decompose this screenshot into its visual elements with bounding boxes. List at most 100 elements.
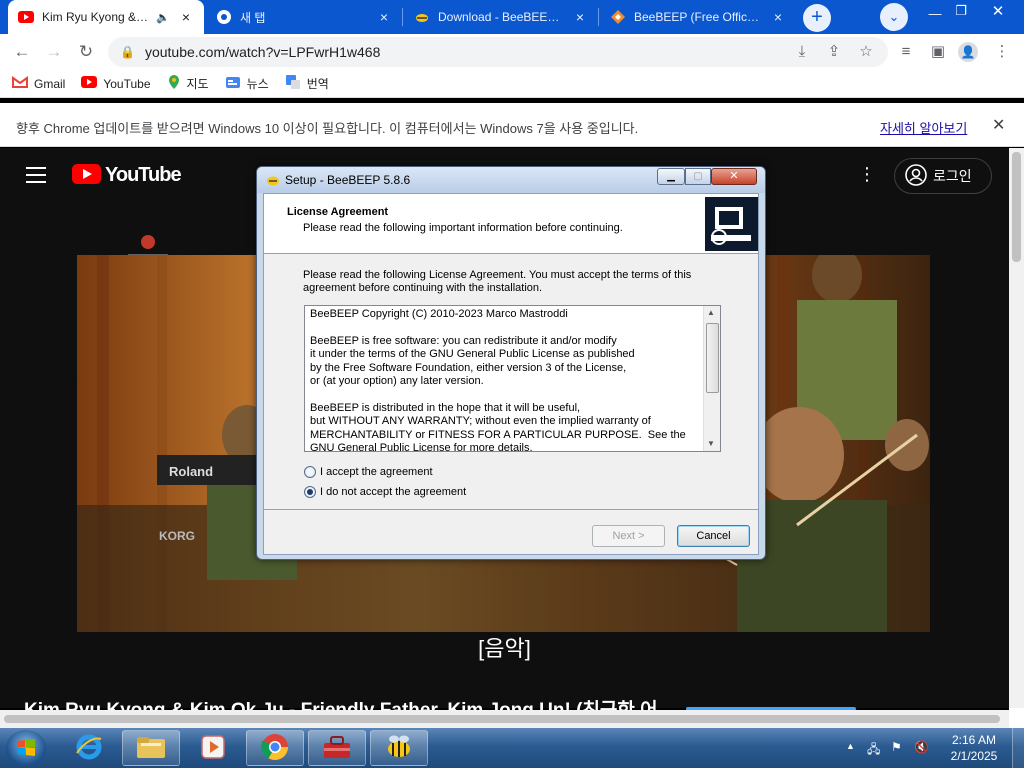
- taskbar-clock[interactable]: 2:16 AM 2/1/2025: [946, 732, 1002, 764]
- download-icon[interactable]: ⤓: [792, 42, 812, 62]
- audio-playing-icon[interactable]: 🔈: [156, 11, 170, 24]
- tab-title: Kim Ryu Kyong & Kim Ok Ju: [42, 10, 148, 24]
- license-line: [310, 388, 702, 401]
- instruction-line-2: agreement before continuing with the ins…: [303, 282, 543, 294]
- accept-radio-button[interactable]: [304, 466, 316, 478]
- license-line: it under the terms of the GNU General Pu…: [310, 348, 635, 361]
- dialog-titlebar[interactable]: Setup - BeeBEEP 5.8.6 ▁ ▢ ✕: [257, 167, 765, 193]
- clock-time: 2:16 AM: [951, 733, 997, 747]
- taskbar-beebeep-setup[interactable]: [370, 730, 428, 766]
- license-scrollbar[interactable]: ▲ ▼: [703, 306, 720, 451]
- back-arrow-icon[interactable]: ←: [10, 40, 34, 64]
- address-bar[interactable]: 🔒 youtube.com/watch?v=LPFwrH1w468: [108, 37, 888, 67]
- youtube-logo-text: YouTube: [105, 164, 182, 186]
- tab-close-button[interactable]: ×: [572, 9, 588, 25]
- dialog-body: License Agreement Please read the follow…: [263, 193, 759, 555]
- menu-kebab-icon[interactable]: ⋮: [992, 42, 1012, 62]
- bookmark-youtube[interactable]: YouTube: [81, 76, 151, 91]
- tab-new-tab[interactable]: 새 탭 ×: [206, 0, 402, 34]
- setup-dialog: Setup - BeeBEEP 5.8.6 ▁ ▢ ✕ License Agre…: [256, 166, 766, 560]
- chrome-icon: [260, 732, 290, 765]
- scroll-down-arrow-icon[interactable]: ▼: [707, 439, 715, 448]
- media-controls-icon[interactable]: ≡: [896, 42, 916, 62]
- bookmark-gmail[interactable]: Gmail: [12, 76, 65, 91]
- network-icon[interactable]: 🖧: [867, 740, 880, 761]
- decline-radio[interactable]: I do not accept the agreement: [304, 486, 466, 498]
- dialog-header: License Agreement Please read the follow…: [264, 194, 758, 254]
- tab-beebeep-office[interactable]: BeeBEEP (Free Office Mess ×: [600, 0, 796, 34]
- start-button[interactable]: [6, 730, 46, 766]
- tab-close-button[interactable]: ×: [376, 9, 392, 25]
- tab-youtube[interactable]: Kim Ryu Kyong & Kim Ok Ju 🔈 ×: [8, 0, 204, 34]
- infobar-close-icon[interactable]: ✕: [992, 115, 1005, 135]
- horizontal-scrollbar[interactable]: [0, 710, 1009, 728]
- reload-icon[interactable]: ↻: [74, 40, 98, 64]
- dialog-minimize-icon[interactable]: ▁: [657, 168, 685, 185]
- scrollbar-thumb[interactable]: [1012, 152, 1021, 262]
- tab-search-chevron-icon[interactable]: ⌄: [880, 3, 908, 31]
- tab-title: Download - BeeBEEP - Free: [438, 10, 564, 24]
- volume-muted-icon[interactable]: 🔇: [914, 740, 929, 754]
- page-scrollbar[interactable]: [1009, 148, 1024, 708]
- bookmarks-bar: Gmail YouTube 지도 뉴스 번역: [0, 70, 1024, 98]
- restore-icon[interactable]: ❐: [948, 3, 974, 25]
- license-line: MERCHANTABILITY or FITNESS FOR A PARTICU…: [310, 428, 686, 441]
- horizontal-scrollbar-thumb[interactable]: [4, 715, 1000, 723]
- signin-button[interactable]: 로그인: [894, 158, 992, 194]
- bookmark-maps[interactable]: 지도: [167, 74, 209, 93]
- minimize-icon[interactable]: —: [922, 6, 948, 28]
- taskbar-chrome[interactable]: [246, 730, 304, 766]
- page-heading: License Agreement: [287, 206, 389, 218]
- tab-close-button[interactable]: ×: [178, 9, 194, 25]
- share-icon[interactable]: ⇪: [824, 42, 844, 62]
- license-line: [310, 321, 702, 334]
- profile-avatar-icon[interactable]: 👤: [958, 42, 978, 62]
- scroll-up-arrow-icon[interactable]: ▲: [707, 308, 715, 317]
- bookmark-news[interactable]: 뉴스: [225, 75, 269, 92]
- taskbar-internet-explorer[interactable]: [60, 730, 118, 766]
- license-line: BeeBEEP Copyright (C) 2010-2023 Marco Ma…: [310, 308, 568, 320]
- signin-label: 로그인: [933, 168, 972, 184]
- dialog-close-icon[interactable]: ✕: [711, 168, 757, 185]
- bookmark-label: YouTube: [103, 76, 151, 91]
- video-title: Kim Ryu Kyong & Kim Ok Ju - Friendly Fat…: [24, 698, 664, 710]
- tab-download-beebeep[interactable]: Download - BeeBEEP - Free ×: [404, 0, 598, 34]
- windows-taskbar: ▲ 🖧 ⚑ 🔇 2:16 AM 2/1/2025: [0, 728, 1024, 768]
- show-desktop-button[interactable]: [1012, 728, 1024, 768]
- tab-close-button[interactable]: ×: [770, 9, 786, 25]
- bookmark-star-icon[interactable]: ☆: [856, 42, 876, 62]
- keyboard-brand-text: KORG: [159, 529, 195, 543]
- window-close-icon[interactable]: ✕: [984, 2, 1012, 24]
- forward-arrow-icon[interactable]: →: [42, 40, 66, 64]
- new-tab-button[interactable]: +: [803, 4, 831, 32]
- youtube-logo[interactable]: YouTube: [72, 164, 182, 187]
- taskbar-media-player[interactable]: [184, 730, 242, 766]
- next-button[interactable]: Next >: [592, 525, 665, 547]
- show-hidden-icons-icon[interactable]: ▲: [846, 741, 855, 751]
- taskbar-file-explorer[interactable]: [122, 730, 180, 766]
- keyboard-brand-text: Roland: [169, 464, 213, 479]
- accept-radio[interactable]: I accept the agreement: [304, 466, 433, 478]
- tab-title: 새 탭: [240, 10, 266, 25]
- media-player-icon: [200, 734, 226, 763]
- action-center-flag-icon[interactable]: ⚑: [891, 740, 902, 754]
- tab-title: BeeBEEP (Free Office Mess: [634, 10, 762, 24]
- learn-more-link[interactable]: 자세히 알아보기: [880, 118, 967, 137]
- license-line: BeeBEEP is free software: you can redist…: [310, 334, 617, 347]
- clock-date: 2/1/2025: [950, 749, 998, 763]
- footer-divider: [264, 509, 758, 510]
- bookmark-translate[interactable]: 번역: [285, 74, 329, 93]
- settings-kebab-icon[interactable]: ⋮: [858, 164, 876, 185]
- license-text-box[interactable]: BeeBEEP Copyright (C) 2010-2023 Marco Ma…: [304, 305, 721, 452]
- youtube-icon: [81, 76, 98, 91]
- decline-radio-button[interactable]: [304, 486, 316, 498]
- side-panel-icon[interactable]: ▣: [928, 42, 948, 62]
- cancel-button[interactable]: Cancel: [677, 525, 750, 547]
- license-scrollbar-thumb[interactable]: [706, 323, 719, 393]
- hamburger-menu-icon[interactable]: [26, 167, 46, 183]
- dialog-maximize-icon[interactable]: ▢: [685, 168, 711, 185]
- video-caption: [음악]: [478, 636, 531, 661]
- taskbar-toolbox-app[interactable]: [308, 730, 366, 766]
- account-circle-icon: [905, 163, 927, 189]
- translate-icon: [285, 74, 301, 93]
